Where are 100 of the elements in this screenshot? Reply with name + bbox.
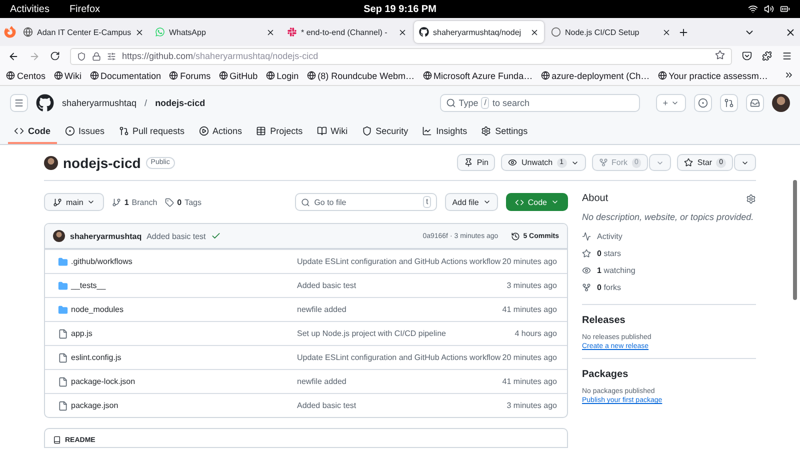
browser-tab[interactable]: Adan IT Center E-Campus bbox=[18, 21, 148, 43]
search-field[interactable]: Type / to search bbox=[440, 94, 640, 112]
bookmark[interactable]: GitHub bbox=[218, 70, 258, 80]
gear-icon bbox=[746, 194, 756, 204]
close-icon bbox=[530, 28, 539, 36]
bookmark[interactable]: Wiki bbox=[54, 70, 82, 80]
bookmark[interactable]: Your practice assessm… bbox=[658, 70, 768, 80]
hash-icon bbox=[287, 27, 297, 37]
code-button[interactable]: Code bbox=[506, 193, 568, 211]
repo-tab[interactable]: Actions bbox=[192, 120, 248, 144]
file-name[interactable]: eslint.config.js bbox=[71, 353, 297, 362]
commit-time: 41 minutes ago bbox=[502, 305, 557, 314]
sliders-icon bbox=[107, 52, 116, 60]
star-icon bbox=[582, 249, 591, 258]
graph-icon bbox=[422, 126, 432, 136]
commit-message[interactable]: Set up Node.js project with CI/CD pipeline bbox=[297, 329, 515, 338]
chat-icon bbox=[155, 27, 165, 37]
repo-link[interactable]: nodejs-cicd bbox=[155, 98, 206, 108]
repo-tab[interactable]: Settings bbox=[475, 120, 534, 144]
file-search-field[interactable]: Go to file t bbox=[295, 193, 438, 211]
stat-link[interactable]: 0 forks bbox=[597, 283, 622, 292]
repo-tab[interactable]: Wiki bbox=[310, 120, 354, 144]
file-name[interactable]: __tests__ bbox=[71, 281, 297, 290]
table-icon bbox=[256, 126, 266, 136]
bookmark[interactable]: Forums bbox=[169, 70, 211, 80]
shield-icon bbox=[362, 126, 372, 136]
activities-button[interactable]: Activities bbox=[10, 4, 50, 14]
pin-button[interactable]: Pin bbox=[456, 154, 496, 171]
tags-link[interactable]: 0 Tags bbox=[165, 198, 202, 206]
bookmark[interactable]: Centos bbox=[6, 70, 46, 80]
commit-time: 41 minutes ago bbox=[502, 377, 557, 386]
close-icon bbox=[662, 28, 671, 36]
repo-tab[interactable]: Issues bbox=[58, 120, 111, 144]
caret-icon bbox=[87, 198, 96, 206]
commit-message[interactable]: newfile added bbox=[297, 377, 502, 386]
firefox-icon bbox=[4, 26, 16, 38]
pull-request-icon bbox=[118, 126, 129, 136]
pull-requests-button[interactable] bbox=[720, 94, 738, 112]
pocket-icon bbox=[742, 51, 752, 61]
commit-author[interactable]: shaheryarmushtaq bbox=[70, 232, 142, 240]
about-heading: About bbox=[582, 193, 608, 204]
shield-icon bbox=[77, 52, 86, 60]
inbox-button[interactable] bbox=[746, 94, 764, 112]
file-name[interactable]: package-lock.json bbox=[71, 377, 297, 386]
globe-icon bbox=[23, 27, 33, 37]
menu-icon bbox=[782, 51, 792, 61]
new-button[interactable]: + bbox=[656, 94, 686, 112]
github-logo-icon bbox=[36, 94, 54, 112]
avatar[interactable] bbox=[772, 94, 790, 112]
repo-name: nodejs-cicd bbox=[63, 154, 141, 170]
pull-request-icon bbox=[724, 98, 734, 108]
play-icon bbox=[198, 126, 209, 136]
repo-tab[interactable]: Projects bbox=[250, 120, 309, 144]
browser-tab[interactable]: WhatsApp bbox=[150, 21, 280, 43]
history-icon bbox=[511, 232, 520, 240]
commit-time: 3 minutes ago bbox=[506, 281, 557, 290]
book-icon bbox=[316, 126, 327, 136]
branch-button[interactable]: main bbox=[44, 193, 104, 211]
commit-message[interactable]: Added basic test bbox=[297, 281, 507, 290]
app-name: Firefox bbox=[69, 4, 100, 14]
search-icon bbox=[301, 198, 310, 206]
commit-message[interactable]: newfile added bbox=[297, 305, 502, 314]
bookmark[interactable]: Microsoft Azure Funda… bbox=[422, 70, 533, 80]
stat-link[interactable]: 0 stars bbox=[597, 249, 622, 258]
caret-icon bbox=[671, 99, 679, 107]
commit-message[interactable]: Added basic test bbox=[297, 401, 507, 410]
repo-tab[interactable]: Code bbox=[8, 120, 56, 144]
address-field[interactable]: https://github.com/shaheryarmushtaq/nodejs-cicd bbox=[70, 48, 732, 64]
browser-tab[interactable]: Node.js CI/CD Setup bbox=[546, 21, 676, 43]
scrollbar[interactable] bbox=[793, 180, 797, 300]
owner-link[interactable]: shaheryarmushtaq bbox=[62, 98, 137, 108]
branches-link[interactable]: 1 Branch bbox=[112, 198, 158, 206]
stat-link[interactable]: Activity bbox=[597, 232, 622, 241]
fork-icon bbox=[582, 283, 591, 292]
commit-message[interactable]: Added basic test bbox=[146, 232, 206, 240]
packages-heading: Packages bbox=[582, 369, 630, 380]
add-file-button[interactable]: Add file bbox=[445, 193, 498, 211]
file-name[interactable]: package.json bbox=[71, 401, 297, 410]
file-name[interactable]: app.js bbox=[71, 329, 297, 338]
bookmark[interactable]: azure-deployment (Ch… bbox=[540, 70, 650, 80]
browser-tab[interactable]: shaheryarmushtaq/nodej bbox=[414, 21, 544, 43]
issues-button[interactable] bbox=[694, 94, 712, 112]
file-name[interactable]: node_modules bbox=[71, 305, 297, 314]
commit-message[interactable]: Update ESLint configuration and GitHub Actions workflow bbox=[297, 353, 502, 362]
pin-icon bbox=[464, 158, 473, 167]
bookmark[interactable]: (8) Roundcube Webm… bbox=[306, 70, 415, 80]
chevrons-right-icon bbox=[784, 70, 794, 80]
bookmark[interactable]: Login bbox=[266, 70, 299, 80]
globe-icon bbox=[540, 71, 550, 80]
stat-link[interactable]: 1 watching bbox=[597, 266, 636, 275]
commit-message[interactable]: Update ESLint configuration and GitHub Actions workflow bbox=[297, 257, 502, 266]
browser-tab[interactable]: * end-to-end (Channel) - bbox=[282, 21, 412, 43]
file-name[interactable]: .github/workflows bbox=[71, 257, 297, 266]
cat-icon bbox=[419, 27, 429, 37]
repo-tab[interactable]: Security bbox=[356, 120, 414, 144]
bookmark[interactable]: Documentation bbox=[90, 70, 162, 80]
url-text: https://github.com/shaheryarmushtaq/nodejs-cicd bbox=[122, 51, 318, 61]
menu-button[interactable] bbox=[10, 94, 28, 112]
repo-tab[interactable]: Pull requests bbox=[112, 120, 191, 144]
repo-tab[interactable]: Insights bbox=[416, 120, 474, 144]
